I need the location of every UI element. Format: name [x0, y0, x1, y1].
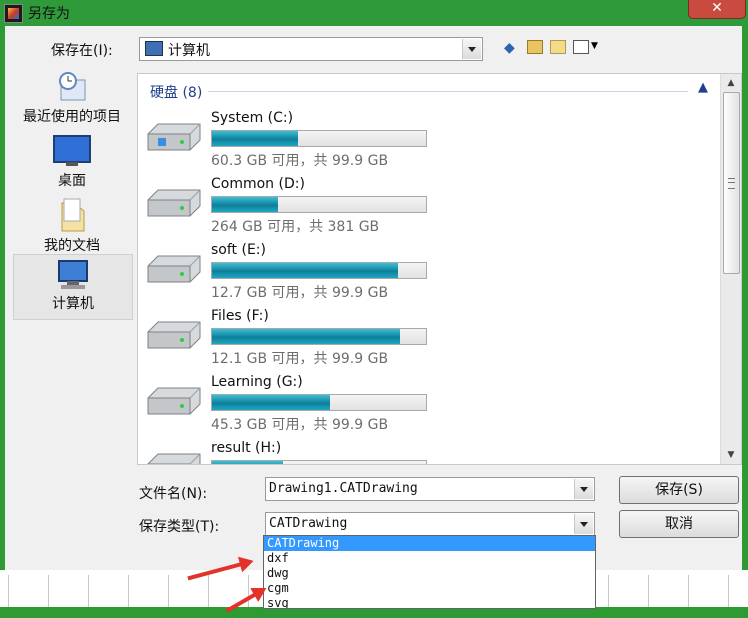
view-menu-icon[interactable] — [573, 40, 589, 54]
filename-label: 文件名(N): — [139, 486, 208, 502]
drive-usage-fill — [212, 395, 330, 410]
filename-value: Drawing1.CATDrawing — [269, 481, 418, 496]
drive-usage-fill — [212, 131, 298, 146]
drive-name: System (C:) — [211, 110, 294, 126]
save-as-dialog: 保存在(I): 计算机 ◆ ▼ 最近使用的项目 桌面 我的文档 计算机 硬盘 (… — [5, 26, 742, 570]
drive-item[interactable]: Learning (G:) 45.3 GB 可用，共 99.9 GB — [144, 374, 704, 440]
drive-free-space: 264 GB 可用，共 381 GB — [211, 219, 380, 235]
drive-usage-fill — [212, 329, 401, 344]
title-bar: 另存为 ✕ — [0, 0, 748, 26]
scroll-up-arrow-icon[interactable]: ▲ — [721, 74, 741, 92]
window-title: 另存为 — [28, 6, 70, 22]
hard-drive-icon — [147, 123, 201, 151]
scroll-thumb[interactable] — [723, 92, 740, 274]
drive-usage-bar — [211, 328, 427, 345]
drive-usage-bar — [211, 130, 427, 147]
location-combobox[interactable]: 计算机 — [139, 37, 483, 61]
place-label: 桌面 — [58, 173, 86, 189]
file-view[interactable]: 硬盘 (8) ▲ System (C:) 60.3 GB 可用，共 99.9 GB… — [137, 73, 742, 465]
drive-name: Files (F:) — [211, 308, 269, 324]
location-value: 计算机 — [168, 43, 210, 59]
drive-name: Common (D:) — [211, 176, 305, 192]
new-folder-icon[interactable] — [550, 40, 566, 54]
chevron-down-icon[interactable] — [574, 514, 593, 534]
drive-usage-fill — [212, 263, 399, 278]
drive-usage-fill — [212, 197, 279, 212]
hard-drive-icon — [147, 453, 201, 464]
place-computer[interactable]: 计算机 — [13, 254, 133, 320]
place-label: 最近使用的项目 — [23, 109, 121, 125]
place-documents[interactable]: 我的文档 — [13, 197, 131, 255]
hard-drive-icon — [147, 387, 201, 415]
app-icon — [4, 4, 23, 23]
filetype-dropdown-list[interactable]: CATDrawing dxf dwg cgm svg — [263, 535, 596, 609]
filetype-option[interactable]: dwg — [264, 566, 595, 581]
drive-name: Learning (G:) — [211, 374, 303, 390]
hard-drive-icon — [147, 255, 201, 283]
drive-item[interactable]: result (H:) — [144, 440, 704, 464]
view-dropdown-icon[interactable]: ▼ — [591, 41, 598, 51]
drive-item[interactable]: System (C:) 60.3 GB 可用，共 99.9 GB — [144, 110, 704, 176]
desktop-icon — [53, 135, 91, 166]
drive-name: result (H:) — [211, 440, 282, 456]
filename-input[interactable]: Drawing1.CATDrawing — [265, 477, 595, 501]
filetype-option[interactable]: svg — [264, 596, 595, 608]
place-recent-items[interactable]: 最近使用的项目 — [13, 70, 131, 126]
chevron-down-icon[interactable] — [462, 39, 481, 59]
drive-usage-bar — [211, 394, 427, 411]
filetype-option[interactable]: dxf — [264, 551, 595, 566]
filetype-option[interactable]: cgm — [264, 581, 595, 596]
drive-item[interactable]: Common (D:) 264 GB 可用，共 381 GB — [144, 176, 704, 242]
documents-folder-icon — [61, 198, 85, 232]
group-header: 硬盘 (8) — [150, 85, 203, 101]
back-arrow-icon[interactable]: ◆ — [504, 40, 515, 56]
location-label: 保存在(I): — [51, 43, 113, 59]
filetype-combobox[interactable]: CATDrawing — [265, 512, 595, 536]
drive-item[interactable]: Files (F:) 12.1 GB 可用，共 99.9 GB — [144, 308, 704, 374]
hard-drive-icon — [147, 189, 201, 217]
grip-icon — [728, 178, 735, 189]
drive-free-space: 45.3 GB 可用，共 99.9 GB — [211, 417, 389, 433]
drive-usage-fill — [212, 461, 283, 464]
computer-small-icon — [145, 41, 163, 56]
places-bar: 最近使用的项目 桌面 我的文档 计算机 — [5, 66, 137, 526]
chevron-down-icon[interactable] — [574, 479, 593, 499]
drive-usage-bar — [211, 196, 427, 213]
group-divider — [208, 91, 688, 92]
drive-name: soft (E:) — [211, 242, 266, 258]
place-label: 我的文档 — [44, 238, 100, 254]
drive-usage-bar — [211, 262, 427, 279]
up-folder-icon[interactable] — [527, 40, 543, 54]
collapse-chevron-icon[interactable]: ▲ — [698, 80, 708, 95]
drive-item[interactable]: soft (E:) 12.7 GB 可用，共 99.9 GB — [144, 242, 704, 308]
filetype-value: CATDrawing — [269, 516, 348, 531]
drive-free-space: 12.7 GB 可用，共 99.9 GB — [211, 285, 389, 301]
vertical-scrollbar[interactable]: ▲ ▼ — [720, 74, 741, 464]
hard-drive-icon — [147, 321, 201, 349]
drive-free-space: 12.1 GB 可用，共 99.9 GB — [211, 351, 389, 367]
drive-list: System (C:) 60.3 GB 可用，共 99.9 GB Common (D… — [138, 110, 718, 464]
recent-items-icon — [59, 72, 86, 101]
place-label: 计算机 — [52, 296, 94, 312]
place-desktop[interactable]: 桌面 — [13, 134, 131, 190]
cancel-button[interactable]: 取消 — [619, 510, 739, 538]
computer-icon — [58, 260, 88, 289]
filetype-label: 保存类型(T): — [139, 519, 220, 535]
close-button[interactable]: ✕ — [688, 0, 746, 19]
drive-free-space: 60.3 GB 可用，共 99.9 GB — [211, 153, 389, 169]
save-button[interactable]: 保存(S) — [619, 476, 739, 504]
drive-usage-bar — [211, 460, 427, 464]
filetype-option[interactable]: CATDrawing — [264, 536, 595, 551]
scroll-down-arrow-icon[interactable]: ▼ — [721, 446, 741, 464]
